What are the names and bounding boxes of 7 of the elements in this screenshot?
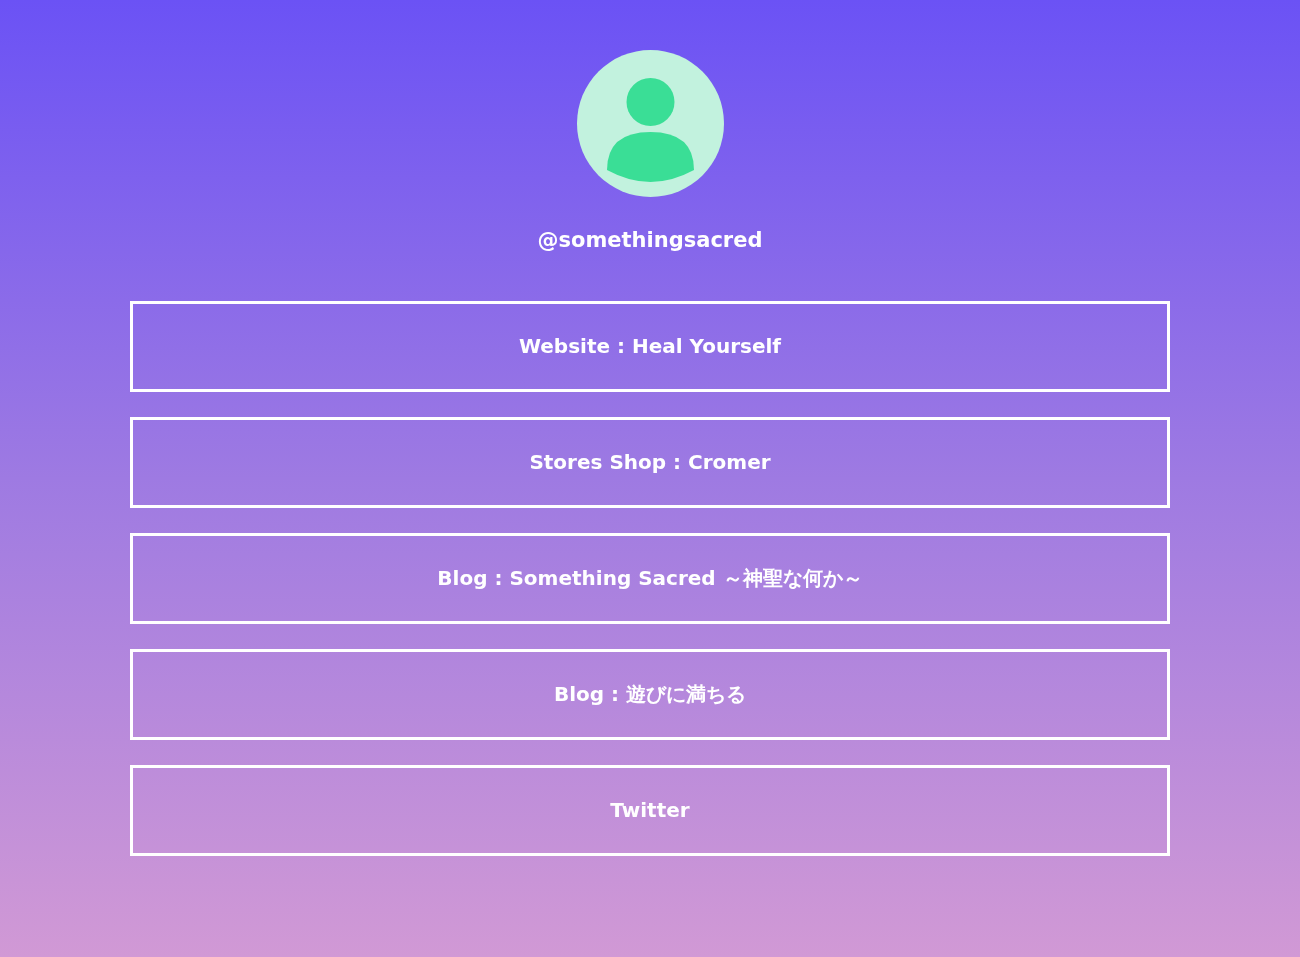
link-button[interactable]: Twitter [130, 764, 1170, 856]
link-button[interactable]: Blog : Something Sacred ～神聖な何か～ [130, 532, 1170, 624]
link-button[interactable]: Stores Shop : Cromer [130, 416, 1170, 508]
link-button[interactable]: Website : Heal Yourself [130, 300, 1170, 392]
avatar-icon [576, 50, 724, 197]
username: @somethingsacred [537, 227, 763, 254]
link-button[interactable]: Blog : 遊びに満ちる [130, 648, 1170, 740]
